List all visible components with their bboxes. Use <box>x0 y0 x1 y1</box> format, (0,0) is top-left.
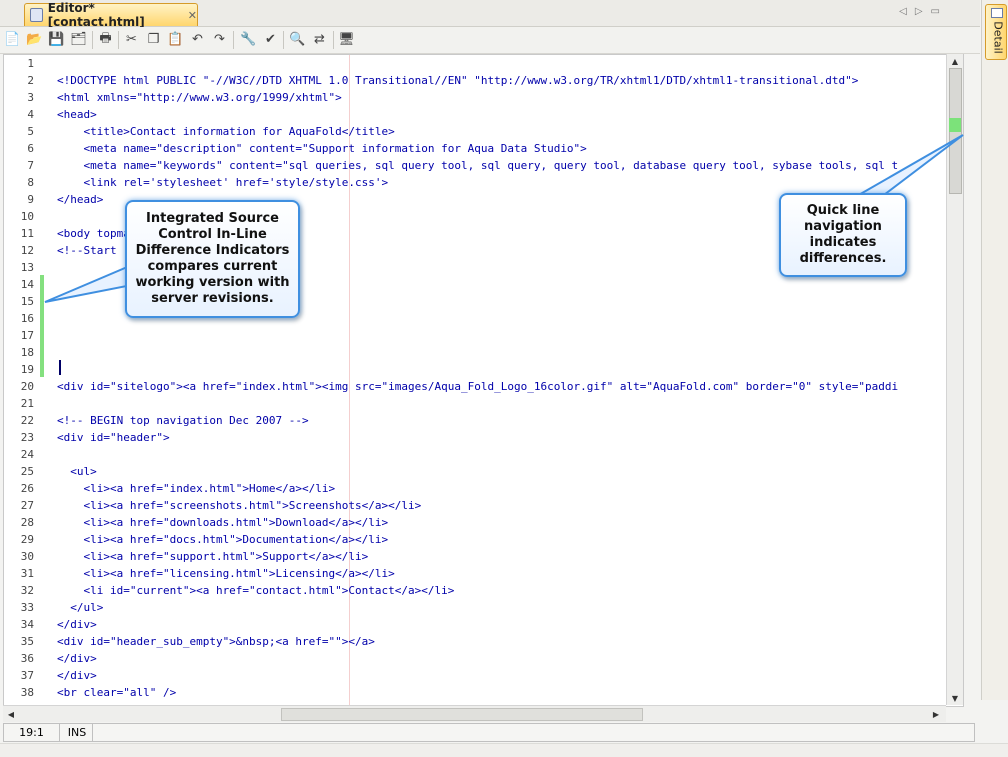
callout-pointers <box>44 134 964 303</box>
callout-diff-text: Integrated Source Control In-Line Differ… <box>135 211 290 306</box>
callout-quick-navigation: Quick line navigation indicates differen… <box>779 193 907 277</box>
callout-nav-text: Quick line navigation indicates differen… <box>799 203 887 266</box>
editor-window: Editor* [contact.html] ✕ ◁ ▷ ▭ 📄 📂 💾 🗂 🖶… <box>0 0 1008 757</box>
left-callout-pointer <box>44 263 133 303</box>
callout-diff-indicators: Integrated Source Control In-Line Differ… <box>125 200 300 318</box>
